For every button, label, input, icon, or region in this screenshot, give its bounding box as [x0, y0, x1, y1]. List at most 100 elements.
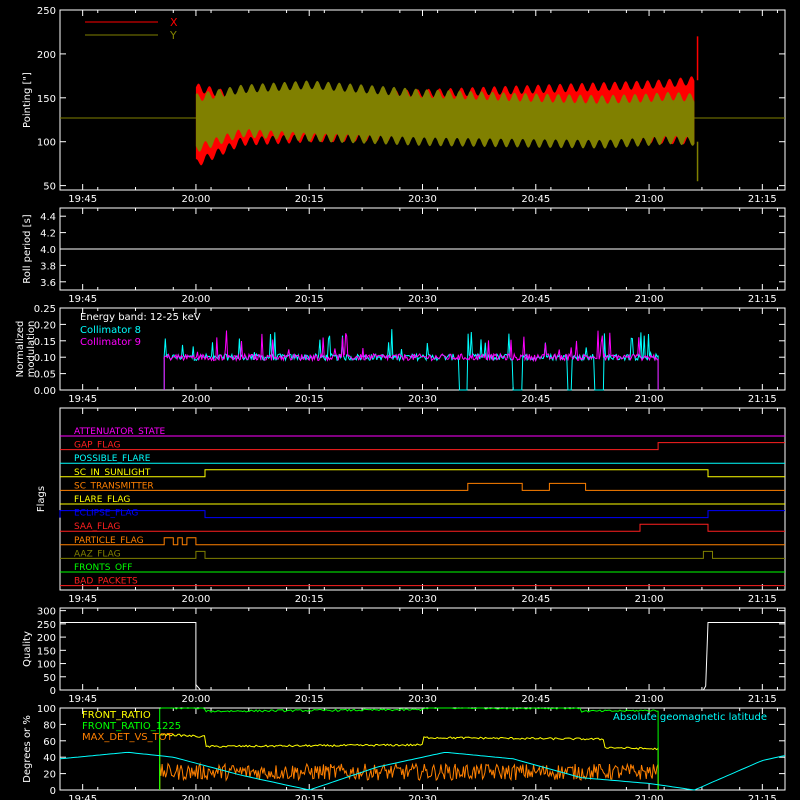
x-tick-label: 20:30 — [408, 394, 437, 405]
y-tick-label: 80 — [43, 720, 56, 731]
y-tick-label: 0.10 — [34, 353, 56, 364]
x-tick-label: 21:15 — [748, 694, 777, 705]
x-tick-label: 20:00 — [182, 594, 211, 605]
y-tick-label: 100 — [37, 660, 56, 671]
x-tick-label: 20:00 — [182, 694, 211, 705]
y-tick-label: 4.2 — [40, 229, 56, 240]
y-axis-label: Normalized — [15, 321, 26, 378]
flag-line-saa_flag — [60, 523, 785, 532]
flag-line-gap_flag — [60, 442, 785, 451]
x-tick-label: 21:00 — [635, 794, 664, 800]
y-tick-label: 200 — [37, 633, 56, 644]
x-tick-label: 20:30 — [408, 594, 437, 605]
x-tick-label: 21:00 — [635, 194, 664, 205]
flag-label-sc_in_sunlight: SC_IN_SUNLIGHT — [74, 468, 151, 478]
quality-line — [60, 622, 785, 691]
x-tick-label: 21:15 — [748, 594, 777, 605]
x-tick-label: 20:00 — [182, 194, 211, 205]
modulation-panel: 19:45 20:00 20:15 20:30 20:45 21:00 21:15 0.00 0… — [15, 304, 786, 405]
y-tick-label: 50 — [43, 182, 56, 193]
y-tick-label: 0.25 — [34, 304, 56, 315]
x-tick-label: 20:00 — [182, 794, 211, 800]
x-tick-label: 19:45 — [68, 594, 97, 605]
legend-label-x: X — [170, 16, 178, 29]
x-tick-label: 20:00 — [182, 394, 211, 405]
flag-label-flare_flag: FLARE_FLAG — [74, 495, 130, 505]
flag-label-bad_packets: BAD_PACKETS — [74, 577, 138, 587]
roll-period-panel: 19:45 20:00 20:15 20:30 20:45 21:00 21:15 3.6 3.… — [22, 207, 786, 305]
x-tick-label: 19:45 — [68, 694, 97, 705]
flag-label-possible_flare: POSSIBLE_FLARE — [74, 454, 151, 464]
flag-label-fronts_off: FRONTS_OFF — [74, 563, 132, 573]
geomagnetic-panel: 19:45 20:00 20:15 20:30 20:45 21:00 21:15 0 20 40… — [22, 704, 786, 800]
modulation-series-collimator-8 — [163, 329, 659, 391]
x-tick-label: 20:15 — [295, 694, 324, 705]
flag-label-aaz_flag: AAZ_FLAG — [74, 549, 121, 559]
x-tick-label: 20:30 — [408, 694, 437, 705]
y-tick-label: 100 — [37, 704, 56, 715]
flag-line-sc_transmitter — [60, 482, 785, 491]
x-tick-label: 19:45 — [68, 394, 97, 405]
plot-frame — [59, 607, 786, 691]
flag-label-sc_transmitter: SC_TRANSMITTER — [74, 481, 154, 491]
y-tick-label: 250 — [37, 620, 56, 631]
y-tick-label: 0 — [50, 686, 56, 697]
y-tick-label: 0 — [50, 786, 56, 797]
plot-frame — [59, 407, 786, 591]
y-axis-label: modulation — [26, 321, 37, 378]
flag-label-saa_flag: SAA_FLAG — [74, 522, 120, 532]
x-tick-label: 20:45 — [521, 294, 550, 305]
flag-line-aaz_flag — [60, 550, 785, 559]
y-tick-label: 20 — [43, 770, 56, 781]
y-tick-label: 4.4 — [40, 212, 56, 223]
energy-band-label: Energy band: 12-25 keV — [80, 312, 201, 323]
y-tick-label: 0.20 — [34, 320, 56, 331]
y-tick-label: 60 — [43, 737, 56, 748]
x-tick-label: 21:15 — [748, 194, 777, 205]
flag-label-particle_flag: PARTICLE_FLAG — [74, 536, 144, 546]
flag-label-gap_flag: GAP_FLAG — [74, 441, 120, 451]
x-tick-label: 20:15 — [295, 594, 324, 605]
x-tick-label: 20:15 — [295, 794, 324, 800]
y-tick-label: 150 — [37, 646, 56, 657]
flag-line-particle_flag — [60, 537, 785, 546]
legend-label-front_ratio_1225: FRONT_RATIO_1225 — [82, 721, 181, 732]
quality-panel: 19:45 20:00 20:15 20:30 20:45 21:00 21:15 0 50 10… — [22, 607, 786, 705]
x-tick-label: 21:15 — [748, 794, 777, 800]
x-tick-label: 19:45 — [68, 194, 97, 205]
legend-label-front_ratio: FRONT_RATIO — [82, 710, 151, 721]
x-tick-label: 20:45 — [521, 694, 550, 705]
x-tick-label: 21:00 — [635, 394, 664, 405]
x-tick-label: 20:30 — [408, 794, 437, 800]
x-tick-label: 19:45 — [68, 294, 97, 305]
x-tick-label: 20:15 — [295, 294, 324, 305]
y-tick-label: 0.00 — [34, 386, 56, 397]
x-tick-label: 21:15 — [748, 394, 777, 405]
x-tick-label: 20:45 — [521, 794, 550, 800]
hessi-summary-chart: 19:45 20:00 20:15 20:30 20:45 21:00 21:15 50 100… — [15, 6, 786, 800]
x-tick-label: 20:15 — [295, 194, 324, 205]
x-tick-label: 21:00 — [635, 294, 664, 305]
y-tick-label: 0.05 — [34, 370, 56, 381]
y-tick-label: 3.6 — [40, 278, 56, 289]
y-tick-label: 150 — [37, 94, 56, 105]
x-tick-label: 21:00 — [635, 594, 664, 605]
x-tick-label: 20:45 — [521, 594, 550, 605]
y-tick-label: 200 — [37, 50, 56, 61]
legend-label-collimator-9: Collimator 9 — [80, 337, 141, 348]
y-tick-label: 300 — [37, 607, 56, 618]
x-tick-label: 20:30 — [408, 194, 437, 205]
y-axis-label: Flags — [36, 486, 47, 512]
flag-label-eclipse_flag: ECLIPSE_FLAG — [74, 509, 138, 519]
pointing-panel: 19:45 20:00 20:15 20:30 20:45 21:00 21:15 50 100… — [22, 6, 786, 205]
y-axis-label: Roll period [s] — [22, 214, 33, 283]
y-axis-label: Degrees or % — [22, 715, 33, 783]
y-tick-label: 50 — [43, 673, 56, 684]
y-tick-label: 250 — [37, 6, 56, 17]
y-tick-label: 100 — [37, 138, 56, 149]
geomagnetic-latitude-label: Absolute geomagnetic latitude — [613, 712, 767, 723]
y-tick-label: 3.8 — [40, 261, 56, 272]
legend-label-y: Y — [169, 29, 177, 42]
y-axis-label: Pointing ["] — [22, 72, 33, 128]
x-tick-label: 20:30 — [408, 294, 437, 305]
